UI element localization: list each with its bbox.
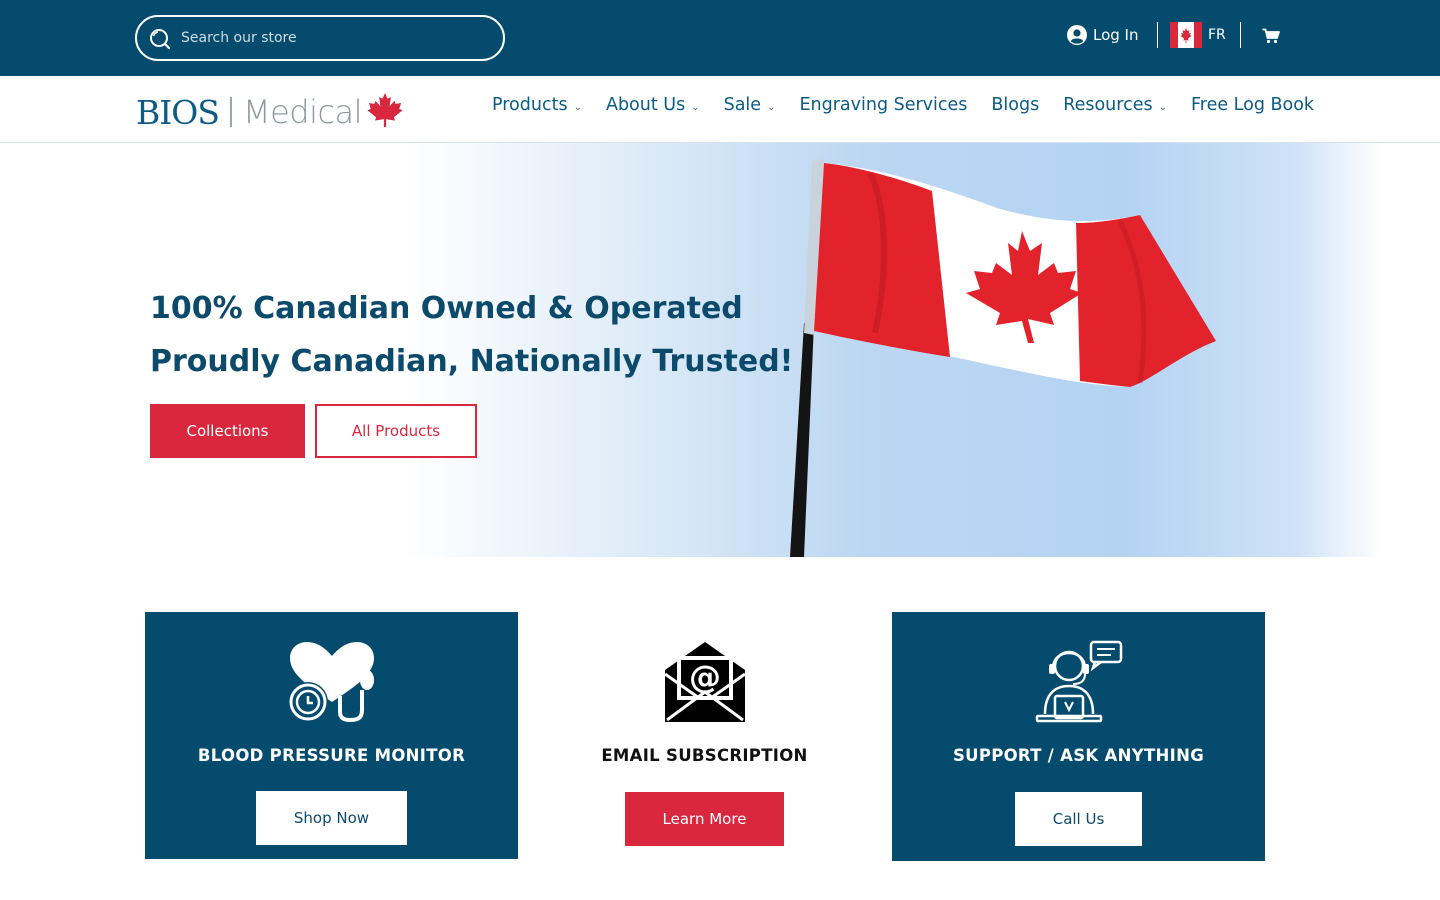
user-icon — [1067, 25, 1087, 45]
chevron-down-icon: ⌄ — [1158, 101, 1167, 113]
nav-label: Engraving Services — [799, 95, 968, 115]
card-title: BLOOD PRESSURE MONITOR — [197, 746, 466, 765]
nav-label: About Us — [605, 95, 686, 115]
hero-banner: 100% Canadian Owned & Operated Proudly C… — [0, 143, 1440, 557]
hero-subtitle: Proudly Canadian, Nationally Trusted! — [150, 344, 794, 379]
email-envelope-icon: @ — [664, 642, 746, 722]
language-label: FR — [1208, 27, 1226, 43]
support-agent-icon — [1035, 640, 1123, 723]
collections-button[interactable]: Collections — [150, 404, 305, 458]
site-logo[interactable]: BIOS Medical — [136, 92, 404, 132]
card-blood-pressure-monitor: BLOOD PRESSURE MONITOR Shop Now — [145, 612, 518, 859]
maple-leaf-icon — [367, 92, 403, 128]
nav-resources[interactable]: Resources ⌄ — [1063, 95, 1167, 115]
login-label: Log In — [1093, 26, 1139, 44]
nav-label: Resources — [1063, 95, 1153, 115]
call-us-button[interactable]: Call Us — [1015, 792, 1142, 846]
card-support: SUPPORT / ASK ANYTHING Call Us — [892, 612, 1265, 861]
nav-label: Blogs — [991, 95, 1040, 115]
canada-flag-icon — [1170, 22, 1202, 48]
nav-blogs[interactable]: Blogs — [991, 95, 1039, 115]
main-nav: Products ⌄ About Us ⌄ Sale ⌄ Engraving S… — [492, 95, 1314, 115]
all-products-button[interactable]: All Products — [315, 404, 477, 458]
nav-label: Products — [492, 95, 568, 115]
nav-free-log-book[interactable]: Free Log Book — [1191, 95, 1314, 115]
card-email-subscription: @ EMAIL SUBSCRIPTION Learn More — [518, 612, 891, 859]
top-bar: Log In FR — [0, 0, 1440, 76]
nav-label: Sale — [723, 95, 762, 115]
topbar-divider — [1157, 22, 1158, 48]
card-title: EMAIL SUBSCRIPTION — [601, 746, 808, 765]
logo-secondary: Medical — [242, 93, 363, 131]
site-header: BIOS Medical Products ⌄ About Us ⌄ Sale … — [0, 76, 1440, 143]
chevron-down-icon: ⌄ — [573, 101, 582, 113]
cart-icon[interactable] — [1262, 28, 1280, 44]
learn-more-button[interactable]: Learn More — [625, 792, 784, 846]
search-box[interactable] — [135, 15, 505, 61]
shop-now-button[interactable]: Shop Now — [256, 791, 407, 845]
login-link[interactable]: Log In — [1067, 23, 1139, 47]
chevron-down-icon: ⌄ — [691, 101, 700, 113]
nav-sale[interactable]: Sale ⌄ — [724, 95, 776, 115]
logo-divider — [229, 97, 232, 127]
nav-engraving-services[interactable]: Engraving Services — [799, 95, 967, 115]
search-input[interactable] — [181, 25, 481, 51]
language-switcher[interactable]: FR — [1170, 22, 1226, 48]
topbar-divider — [1240, 22, 1241, 48]
chevron-down-icon: ⌄ — [767, 101, 776, 113]
card-title: SUPPORT / ASK ANYTHING — [952, 746, 1205, 765]
logo-primary: BIOS — [136, 92, 220, 132]
nav-label: Free Log Book — [1190, 95, 1315, 115]
search-icon — [150, 29, 171, 50]
hero-title: 100% Canadian Owned & Operated — [150, 291, 743, 326]
nav-products[interactable]: Products ⌄ — [492, 95, 582, 115]
nav-about-us[interactable]: About Us ⌄ — [606, 95, 700, 115]
heart-stethoscope-icon — [288, 642, 374, 723]
